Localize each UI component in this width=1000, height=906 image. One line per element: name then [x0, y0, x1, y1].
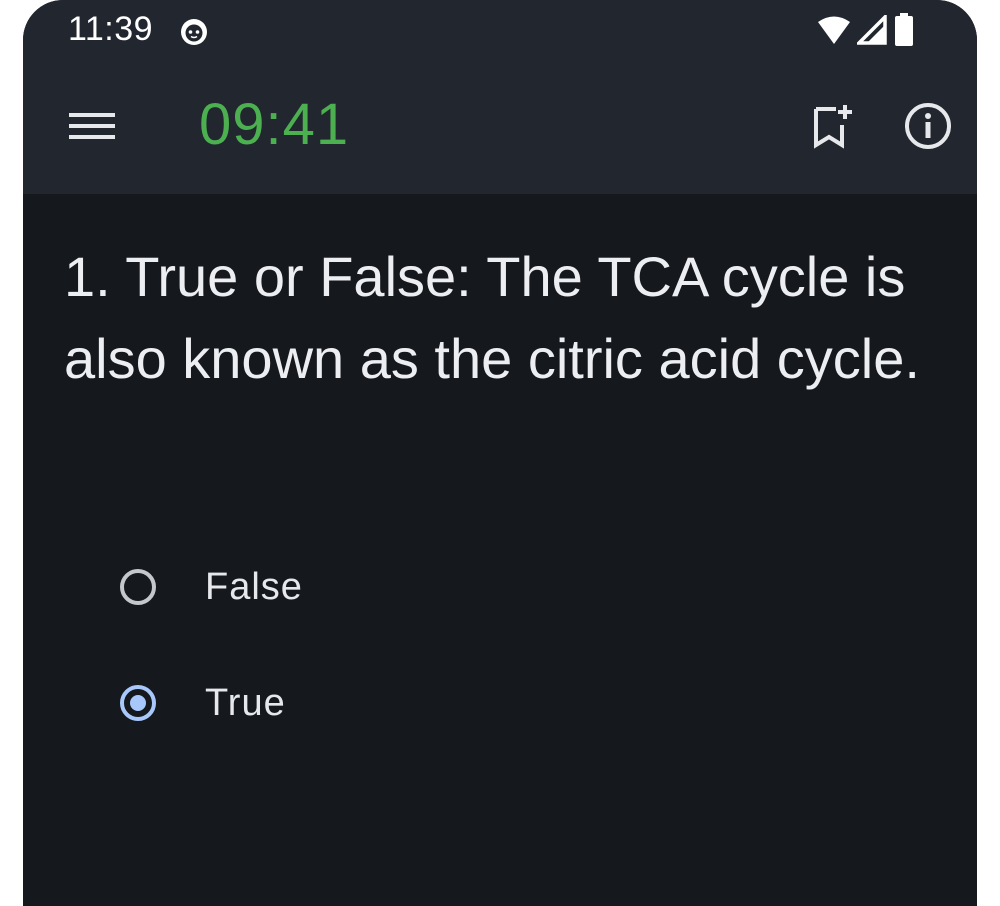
menu-button[interactable]: [57, 88, 127, 164]
battery-icon: [895, 13, 913, 46]
radio-unchecked-icon[interactable]: [120, 569, 156, 605]
menu-icon: [69, 113, 115, 139]
question-text: 1. True or False: The TCA cycle is also …: [64, 245, 920, 390]
info-button[interactable]: [893, 90, 963, 162]
cat-notification-icon: [181, 19, 207, 45]
answer-option-false[interactable]: False: [113, 547, 713, 627]
bookmark-add-icon: [814, 105, 852, 149]
quiz-timer: 09:41: [199, 92, 350, 157]
option-label: True: [205, 681, 286, 724]
phone-screen: 11:39 09:41 1. True or False: The TCA cy…: [23, 0, 977, 906]
status-icons: [817, 12, 915, 48]
option-label: False: [205, 565, 303, 608]
wifi-icon: [818, 16, 850, 44]
info-icon: [905, 103, 951, 149]
bookmark-add-button[interactable]: [801, 90, 865, 162]
answer-option-true[interactable]: True: [113, 663, 713, 743]
status-time: 11:39: [68, 10, 154, 48]
top-app-bar: 11:39 09:41: [23, 0, 977, 194]
radio-checked-icon[interactable]: [120, 685, 156, 721]
cellular-signal-icon: [857, 15, 887, 45]
